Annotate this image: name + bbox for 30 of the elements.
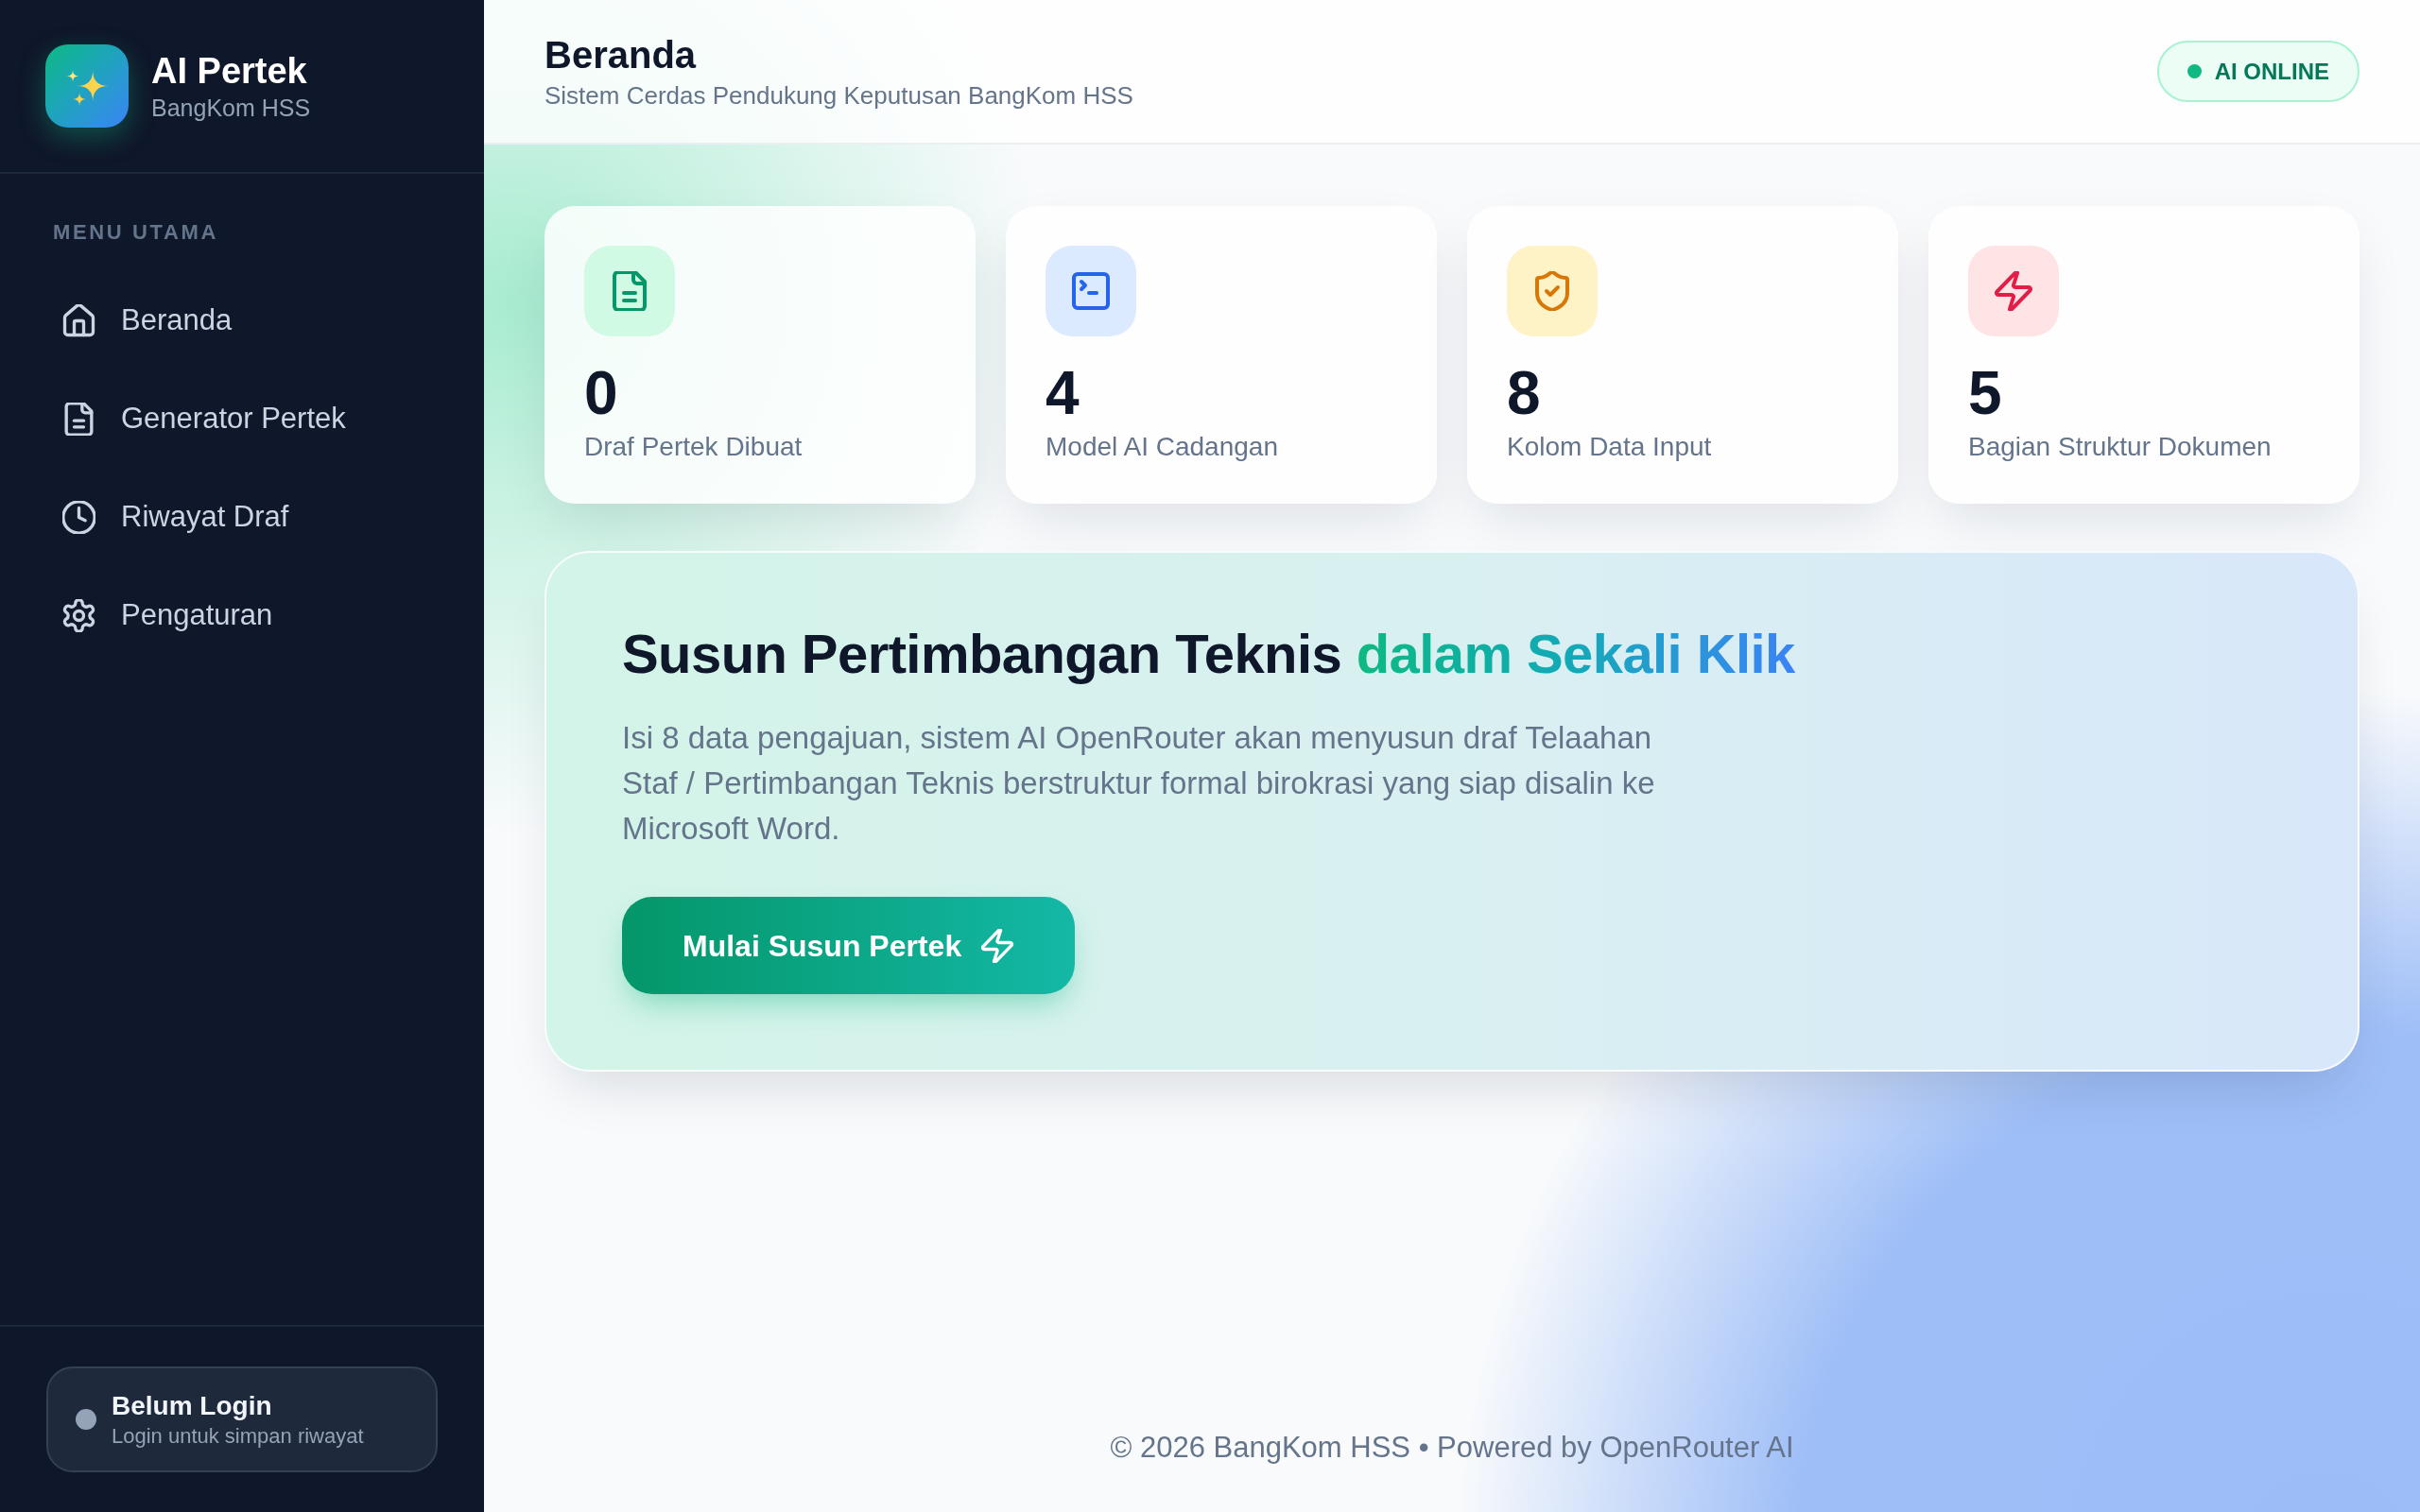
stat-label: Kolom Data Input — [1507, 431, 1713, 463]
stat-label: Bagian Struktur Dokumen — [1968, 431, 2273, 463]
status-label: AI ONLINE — [2214, 57, 2329, 86]
nav-item[interactable]: Beranda — [30, 279, 454, 362]
nav-item[interactable]: Pengaturan — [30, 574, 454, 657]
nav-item[interactable]: Generator Pertek — [30, 377, 454, 460]
app-title: AI Pertek — [151, 50, 308, 93]
stat-value: 0 — [584, 363, 619, 423]
stat-value: 4 — [1046, 363, 1080, 423]
sparkles-icon — [45, 44, 129, 128]
stat-label: Draf Pertek Dibuat — [584, 431, 804, 463]
document-icon — [62, 402, 95, 436]
settings-icon — [62, 598, 95, 632]
user-hint: Login untuk simpan riwayat — [112, 1423, 364, 1450]
hero-heading: Susun Pertimbangan Teknis dalam Sekali Klik — [622, 622, 1795, 686]
house-icon — [62, 303, 95, 337]
user-status: Belum Login — [112, 1390, 273, 1422]
stat-value: 8 — [1507, 363, 1542, 423]
clock-icon — [62, 500, 95, 534]
hero-description: Isi 8 data pengajuan, sistem AI OpenRouter akan menyusun draf Telaahan Staf / Pertimbangan Teknis berstruktur formal birokrasi yang siap disalin ke Microsoft Word. — [622, 719, 1656, 848]
nav-item[interactable]: Riwayat Draf — [30, 475, 454, 558]
lightning-icon — [980, 928, 1015, 963]
login-status-card[interactable]: Belum Login Login untuk simpan riwayat — [46, 1366, 438, 1472]
footer-text: © 2026 BangKom HSS • Powered by OpenRouter AI — [1109, 1430, 1795, 1466]
page-title: Beranda — [544, 32, 698, 77]
stat-label: Model AI Cadangan — [1046, 431, 1279, 463]
app-subtitle: BangKom HSS — [151, 94, 311, 123]
stat-value: 5 — [1968, 363, 2003, 423]
page-subtitle: Sistem Cerdas Pendukung Keputusan BangKom HSS — [544, 79, 1133, 112]
section-label: MENU UTAMA — [52, 219, 220, 246]
